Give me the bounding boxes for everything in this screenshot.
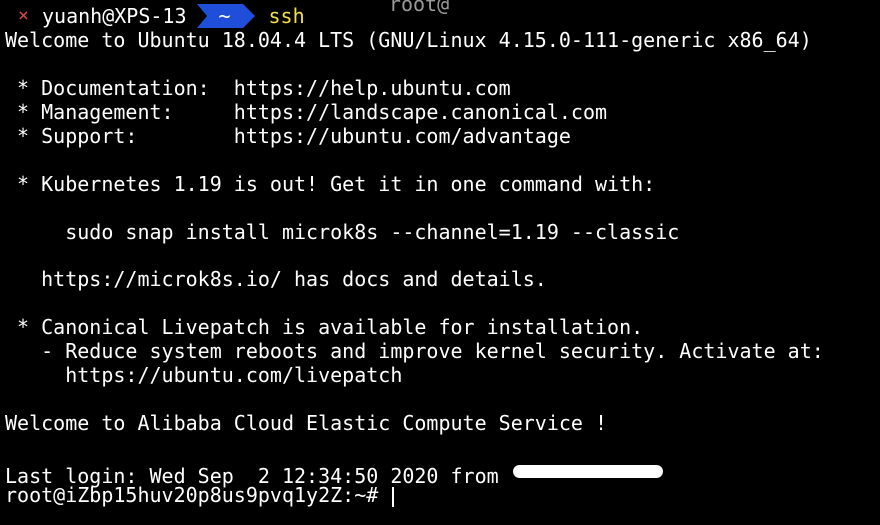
output-line: https://ubuntu.com/livepatch — [5, 363, 403, 387]
last-login-ip-redacted — [511, 459, 667, 483]
output-line: - Reduce system reboots and improve kern… — [5, 339, 824, 363]
command-argument-text: root@ — [388, 0, 450, 16]
remote-prompt-line[interactable]: root@iZbp15huv20p8us9pvq1y2Z:~# — [5, 483, 395, 507]
output-line: Welcome to Ubuntu 18.04.4 LTS (GNU/Linux… — [5, 28, 812, 52]
output-line: sudo snap install microk8s --channel=1.1… — [5, 220, 680, 244]
local-prompt-line: × yuanh@XPS-13 ~ ssh root@ — [0, 0, 449, 28]
output-line: * Documentation: https://help.ubuntu.com — [5, 76, 511, 100]
terminal-window[interactable]: × yuanh@XPS-13 ~ ssh root@ Welcome to Ub… — [0, 0, 880, 525]
output-line: * Canonical Livepatch is available for i… — [5, 315, 644, 339]
remote-prompt: root@iZbp15huv20p8us9pvq1y2Z:~# — [5, 483, 391, 507]
prompt-user-host: yuanh@XPS-13 — [42, 4, 187, 28]
text-cursor — [392, 486, 395, 507]
output-line: https://microk8s.io/ has docs and detail… — [5, 267, 547, 291]
output-line: * Kubernetes 1.19 is out! Get it in one … — [5, 172, 656, 196]
error-status-icon: × — [18, 5, 29, 26]
command-ssh: ssh — [268, 4, 305, 28]
last-login-line: Last login: Wed Sep 2 12:34:50 2020 from — [5, 459, 667, 488]
output-line: * Management: https://landscape.canonica… — [5, 100, 608, 124]
prompt-directory-segment: ~ — [196, 4, 255, 28]
prompt-directory: ~ — [218, 4, 231, 28]
output-line: Welcome to Alibaba Cloud Elastic Compute… — [5, 411, 608, 435]
redaction-mark — [512, 465, 663, 478]
output-line: * Support: https://ubuntu.com/advantage — [5, 124, 571, 148]
